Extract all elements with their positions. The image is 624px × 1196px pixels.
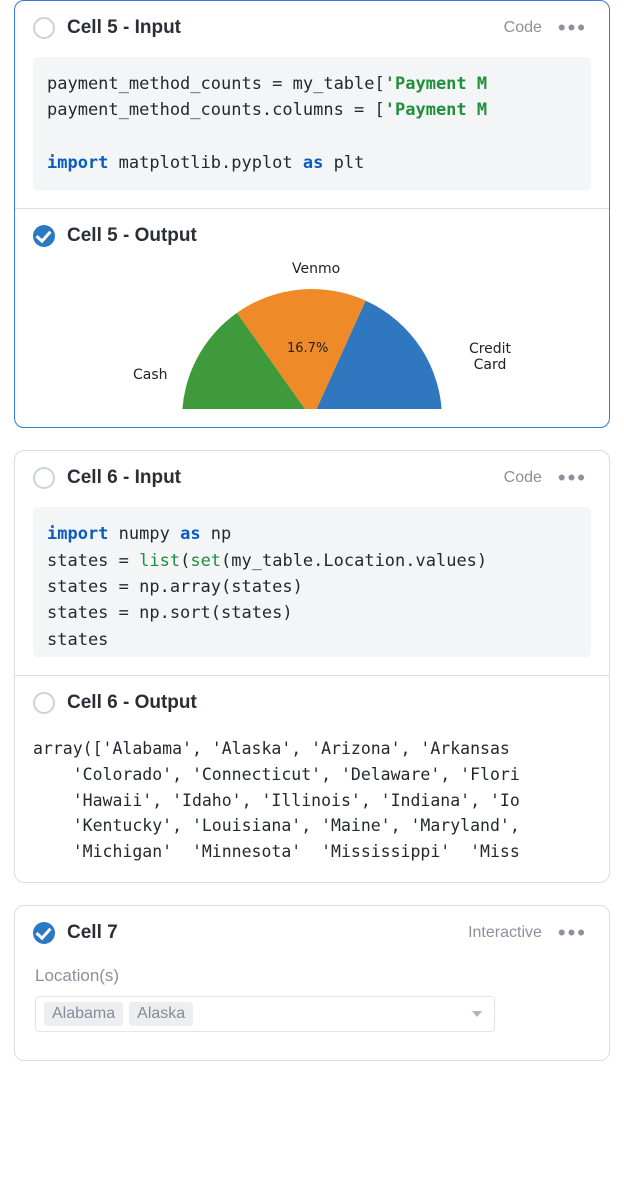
unchecked-circle-icon[interactable] (33, 17, 55, 39)
cell-6-output-section: Cell 6 - Output array(['Alabama', 'Alask… (15, 675, 609, 882)
more-menu-icon[interactable]: ••• (554, 928, 591, 938)
cell-5-input-section: Cell 5 - Input Code ••• payment_method_c… (15, 1, 609, 208)
cell-title: Cell 7 (67, 922, 456, 944)
cell-type-tag: Code (504, 469, 542, 487)
cell-type-tag: Code (504, 19, 542, 37)
pie-label-venmo: Venmo (292, 261, 340, 277)
cell-6: Cell 6 - Input Code ••• import numpy as … (14, 450, 610, 883)
chip[interactable]: Alabama (44, 1002, 123, 1026)
cell-7: Cell 7 Interactive ••• Location(s) Alaba… (14, 905, 610, 1061)
more-menu-icon[interactable]: ••• (554, 473, 591, 483)
locations-label: Location(s) (35, 966, 591, 986)
cell-6-input-section: Cell 6 - Input Code ••• import numpy as … (15, 451, 609, 675)
chevron-down-icon (472, 1011, 482, 1017)
cell-5-output-header: Cell 5 - Output (33, 225, 591, 247)
chart-output: Venmo Credit Card Cash 16.7% (33, 259, 591, 409)
cell-type-tag: Interactive (468, 924, 542, 942)
cell-title: Cell 6 - Input (67, 467, 492, 489)
cell-5-input-header: Cell 5 - Input Code ••• (33, 17, 591, 39)
cell-title: Cell 5 - Output (67, 225, 591, 247)
check-circle-icon[interactable] (33, 225, 55, 247)
cell-6-output-header: Cell 6 - Output (33, 692, 591, 714)
more-menu-icon[interactable]: ••• (554, 23, 591, 33)
check-circle-icon[interactable] (33, 922, 55, 944)
pie-value-venmo: 16.7% (287, 341, 328, 356)
text-output: array(['Alabama', 'Alaska', 'Arizona', '… (33, 736, 591, 864)
cell-7-header: Cell 7 Interactive ••• (33, 922, 591, 944)
pie-label-cash: Cash (133, 367, 168, 383)
cell-5: Cell 5 - Input Code ••• payment_method_c… (14, 0, 610, 428)
cell-title: Cell 5 - Input (67, 17, 492, 39)
cell-title: Cell 6 - Output (67, 692, 591, 714)
code-editor[interactable]: payment_method_counts = my_table['Paymen… (33, 57, 591, 190)
cell-6-input-header: Cell 6 - Input Code ••• (33, 467, 591, 489)
locations-multiselect[interactable]: Alabama Alaska (35, 996, 495, 1032)
pie-label-credit-card: Credit Card (453, 341, 527, 373)
pie-chart: Venmo Credit Card Cash 16.7% (97, 259, 527, 409)
interactive-form: Location(s) Alabama Alaska (33, 966, 591, 1042)
unchecked-circle-icon[interactable] (33, 467, 55, 489)
cell-5-output-section: Cell 5 - Output Venmo Credit Card Cash (15, 208, 609, 427)
chip[interactable]: Alaska (129, 1002, 193, 1026)
code-editor[interactable]: import numpy as np states = list(set(my_… (33, 507, 591, 657)
unchecked-circle-icon[interactable] (33, 692, 55, 714)
cell-7-section: Cell 7 Interactive ••• Location(s) Alaba… (15, 906, 609, 1060)
